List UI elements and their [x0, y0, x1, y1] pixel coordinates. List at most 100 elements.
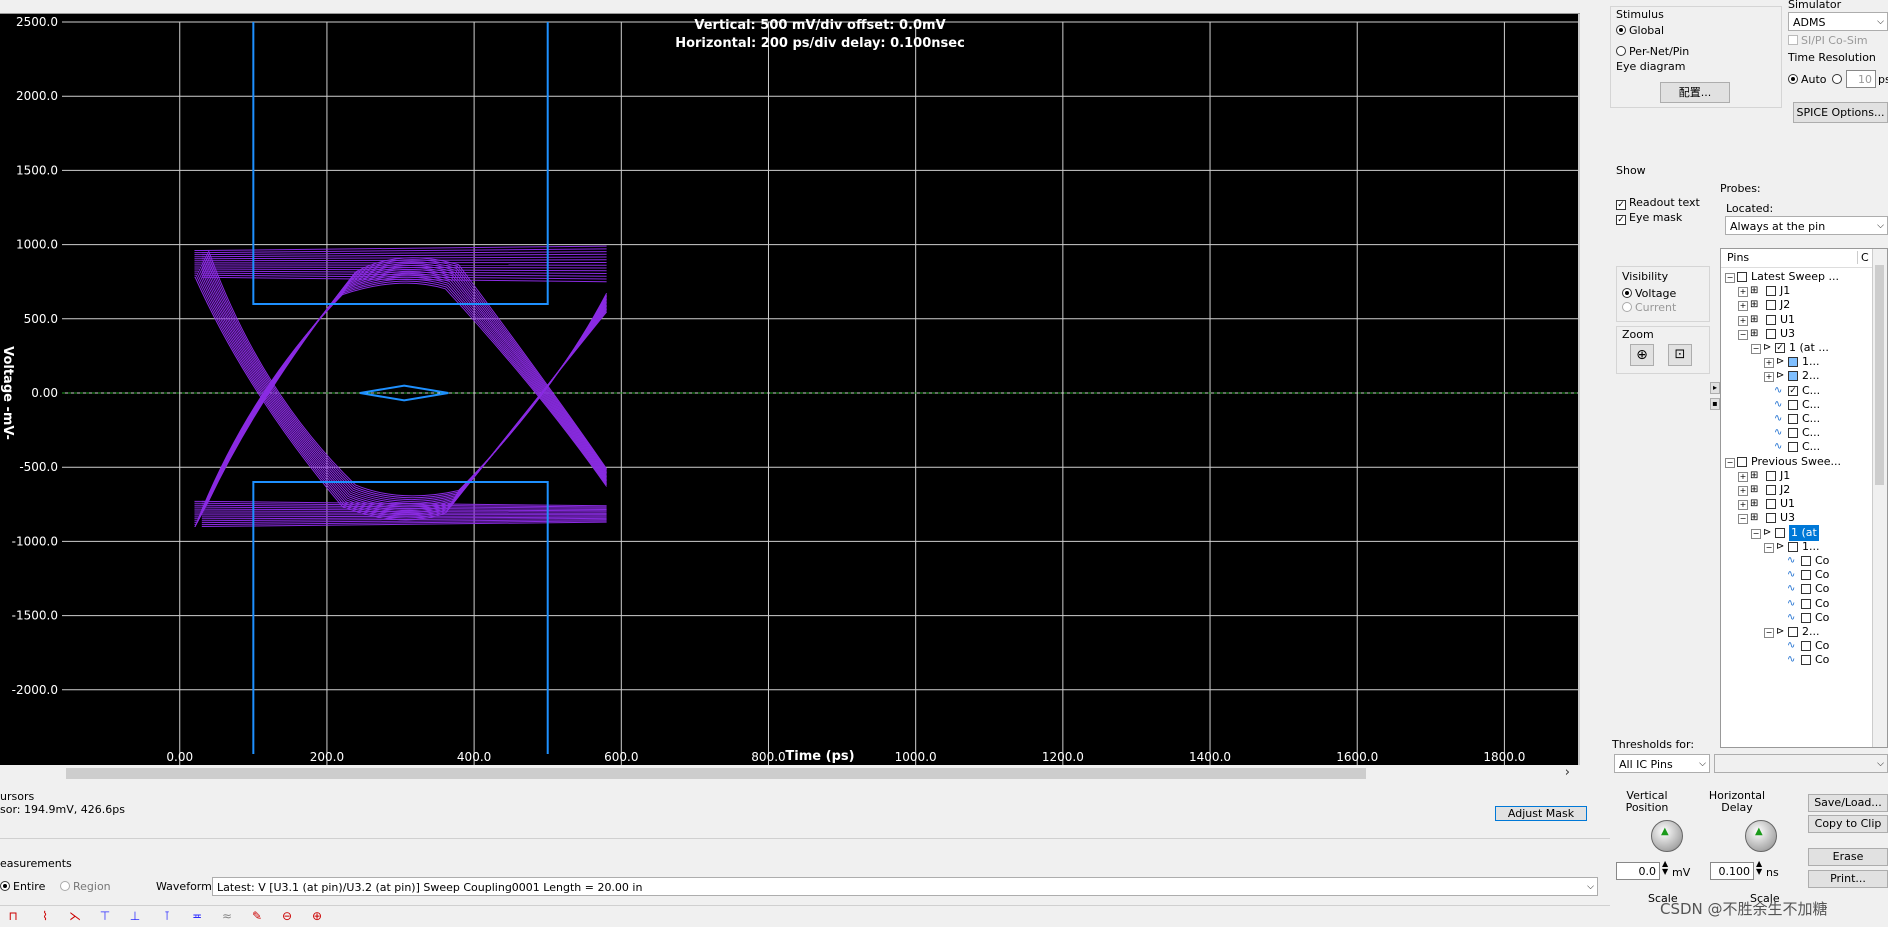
collapse-icon[interactable]: −	[1764, 628, 1774, 638]
measure-tool-3-icon[interactable]: ⋋	[66, 908, 84, 924]
vertical-position-knob[interactable]	[1651, 820, 1683, 852]
tree-checkbox[interactable]	[1788, 442, 1798, 452]
region-radio[interactable]: Region	[60, 880, 111, 893]
collapse-arrow-icon[interactable]: ▪	[1710, 398, 1720, 410]
tree-checkbox[interactable]	[1801, 641, 1811, 651]
erase-button[interactable]: Erase	[1808, 848, 1888, 866]
tree-checkbox[interactable]	[1766, 315, 1776, 325]
tree-checkbox[interactable]: ✓	[1775, 343, 1785, 353]
radio-off-icon	[1622, 302, 1632, 312]
hdelay-spinner-icon[interactable]: ▲▼	[1756, 860, 1762, 876]
tree-checkbox[interactable]	[1788, 400, 1798, 410]
collapse-icon[interactable]: −	[1764, 543, 1774, 553]
tree-scrollbar[interactable]	[1872, 249, 1887, 747]
global-radio[interactable]: Global	[1616, 24, 1664, 37]
expand-icon[interactable]: +	[1738, 486, 1748, 496]
measure-tool-8-icon[interactable]: ≈	[218, 908, 236, 924]
measure-tool-1-icon[interactable]: ⊓	[4, 908, 22, 924]
vertical-position-input[interactable]: 0.0	[1616, 862, 1660, 880]
tree-checkbox[interactable]	[1788, 542, 1798, 552]
threshold-value-select[interactable]: ⌵	[1714, 754, 1888, 773]
plot-horizontal-scrollbar[interactable]: ›	[62, 767, 1572, 780]
save-load-button[interactable]: Save/Load...	[1808, 794, 1888, 812]
expand-icon[interactable]: +	[1764, 372, 1774, 382]
collapse-icon[interactable]: −	[1738, 330, 1748, 340]
zoom-in-icon[interactable]: ⊕	[1630, 344, 1654, 366]
measure-tool-6-icon[interactable]: ⊺	[158, 908, 176, 924]
eye-mask-checkbox[interactable]: ✓Eye mask	[1616, 211, 1682, 225]
measure-tool-5-icon[interactable]: ⊥	[126, 908, 144, 924]
per-net-pin-radio[interactable]: Per-Net/Pin	[1616, 45, 1689, 58]
zoom-fit-icon[interactable]: ⊡	[1668, 344, 1692, 366]
spice-options-button[interactable]: SPICE Options...	[1793, 102, 1888, 123]
collapse-icon[interactable]: −	[1738, 514, 1748, 524]
tree-checkbox[interactable]	[1788, 357, 1798, 367]
config-button[interactable]: 配置...	[1660, 82, 1730, 103]
print-button[interactable]: Print...	[1808, 870, 1888, 888]
manual-radio[interactable]	[1832, 73, 1845, 86]
measure-tool-7-icon[interactable]: ≖	[188, 908, 206, 924]
time-resolution-input[interactable]: 10	[1846, 70, 1876, 88]
collapse-icon[interactable]: −	[1725, 273, 1735, 283]
expand-icon[interactable]: +	[1738, 500, 1748, 510]
measure-tool-10-icon[interactable]: ⊖	[278, 908, 296, 924]
tree-checkbox[interactable]	[1801, 613, 1811, 623]
tree-checkbox[interactable]	[1766, 513, 1776, 523]
tree-checkbox[interactable]	[1801, 570, 1811, 580]
vpos-spinner-icon[interactable]: ▲▼	[1662, 860, 1668, 876]
expand-icon[interactable]: +	[1738, 316, 1748, 326]
eye-mask-label: Eye mask	[1629, 211, 1682, 224]
tree-checkbox[interactable]	[1766, 471, 1776, 481]
waveform-select[interactable]: Latest: V [U3.1 (at pin)/U3.2 (at pin)] …	[212, 877, 1598, 896]
expand-icon[interactable]: +	[1738, 472, 1748, 482]
tree-checkbox[interactable]: ✓	[1788, 386, 1798, 396]
collapse-icon[interactable]: −	[1751, 529, 1761, 539]
thresholds-select[interactable]: All IC Pins⌵	[1614, 754, 1710, 773]
scroll-right-icon[interactable]: ›	[1565, 765, 1570, 780]
measure-tool-4-icon[interactable]: ⊤	[96, 908, 114, 924]
tree-checkbox[interactable]	[1766, 300, 1776, 310]
tree-checkbox[interactable]	[1766, 286, 1776, 296]
horizontal-delay-knob[interactable]	[1745, 820, 1777, 852]
collapse-icon[interactable]: −	[1725, 458, 1735, 468]
checkbox-icon	[1788, 35, 1798, 45]
readout-text-checkbox[interactable]: ✓Readout text	[1616, 196, 1700, 210]
located-select[interactable]: Always at the pin⌵	[1725, 216, 1888, 235]
tree-checkbox[interactable]	[1766, 329, 1776, 339]
tree-checkbox[interactable]	[1788, 371, 1798, 381]
expand-arrow-icon[interactable]: ▸	[1710, 382, 1720, 394]
tree-scrollbar-thumb[interactable]	[1875, 265, 1884, 485]
current-radio[interactable]: Current	[1622, 301, 1676, 314]
expand-icon[interactable]: +	[1764, 358, 1774, 368]
tree-checkbox[interactable]	[1801, 655, 1811, 665]
tree-checkbox[interactable]	[1766, 499, 1776, 509]
tree-checkbox[interactable]	[1737, 272, 1747, 282]
entire-radio[interactable]: Entire	[0, 880, 45, 893]
measure-tool-11-icon[interactable]: ⊕	[308, 908, 326, 924]
measure-tool-2-icon[interactable]: ⌇	[36, 908, 54, 924]
horizontal-delay-input[interactable]: 0.100	[1710, 862, 1754, 880]
tree-checkbox[interactable]	[1775, 528, 1785, 538]
expand-icon[interactable]: +	[1738, 287, 1748, 297]
scrollbar-thumb[interactable]	[66, 768, 1366, 779]
voltage-radio[interactable]: Voltage	[1622, 287, 1676, 300]
tree-checkbox[interactable]	[1737, 457, 1747, 467]
expand-icon[interactable]: +	[1738, 301, 1748, 311]
radio-on-icon	[1616, 25, 1626, 35]
tree-checkbox[interactable]	[1801, 584, 1811, 594]
tree-checkbox[interactable]	[1788, 627, 1798, 637]
probes-tree[interactable]: Pins C −Latest Sweep ...+⊞J1+⊞J2+⊞U1−⊞U3…	[1720, 248, 1888, 748]
adjust-mask-button[interactable]: Adjust Mask	[1495, 806, 1587, 821]
tree-checkbox[interactable]	[1801, 556, 1811, 566]
collapse-icon[interactable]: −	[1751, 344, 1761, 354]
tree-checkbox[interactable]	[1801, 599, 1811, 609]
si-pi-cosim-checkbox[interactable]: SI/PI Co-Sim	[1788, 34, 1868, 47]
tree-checkbox[interactable]	[1766, 485, 1776, 495]
measure-tool-9-icon[interactable]: ✎	[248, 908, 266, 924]
tree-checkbox[interactable]	[1788, 414, 1798, 424]
eye-diagram-plot[interactable]: 0.00200.0400.0600.0800.01000.01200.01400…	[0, 14, 1580, 765]
copy-to-clip-button[interactable]: Copy to Clip	[1808, 815, 1888, 833]
simulator-select[interactable]: ADMS⌵	[1788, 12, 1888, 31]
auto-radio[interactable]: Auto	[1788, 73, 1827, 86]
tree-checkbox[interactable]	[1788, 428, 1798, 438]
